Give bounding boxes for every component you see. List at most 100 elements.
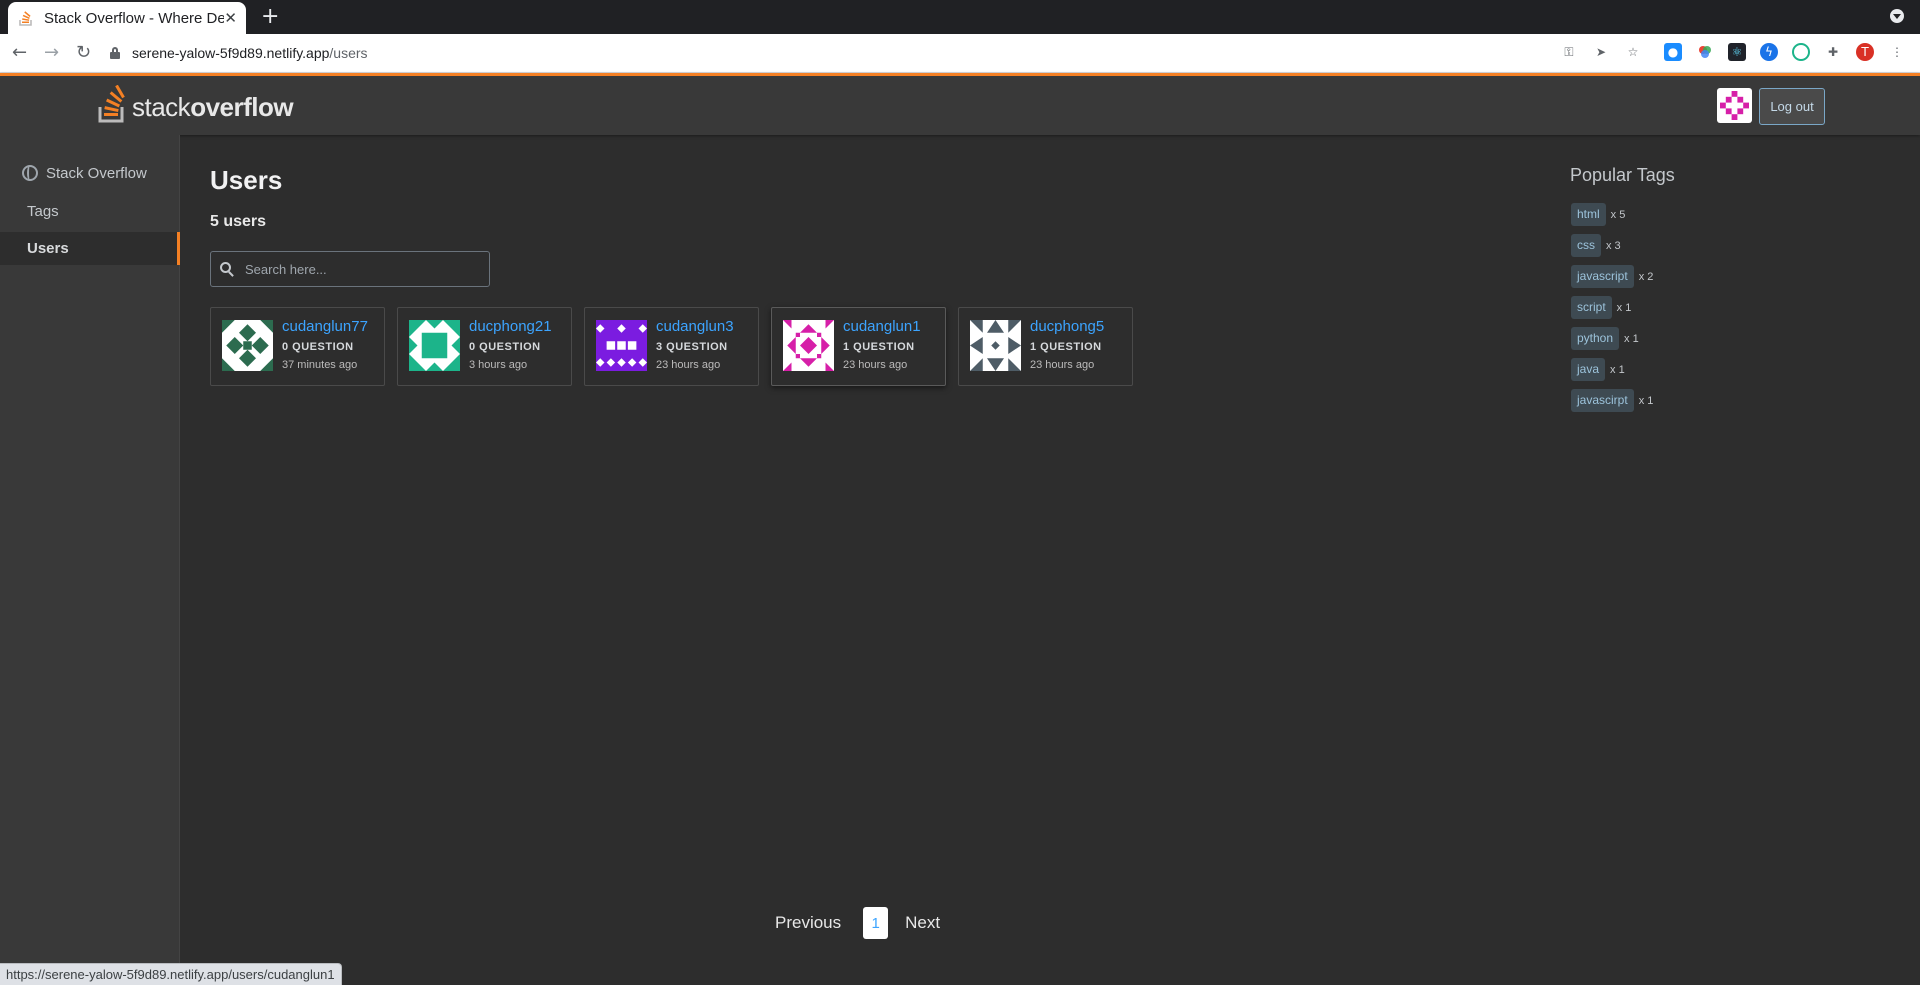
user-card[interactable]: cudanglun1 1 QUESTION 23 hours ago (771, 307, 946, 386)
address-bar[interactable]: serene-yalow-5f9d89.netlify.app/users (110, 38, 1310, 68)
tag-count: x 5 (1610, 208, 1626, 221)
browser-menu-icon[interactable]: ⋮ (1888, 43, 1906, 61)
tag-count: x 1 (1616, 301, 1632, 314)
user-card-list: cudanglun77 0 QUESTION 37 minutes ago du… (210, 307, 1145, 386)
extension-bolt-icon[interactable]: ϟ (1760, 43, 1778, 61)
stackoverflow-logo[interactable]: stackoverflow (98, 85, 294, 123)
new-tab-button[interactable]: + (261, 4, 279, 29)
user-card[interactable]: ducphong5 1 QUESTION 23 hours ago (958, 307, 1133, 386)
user-avatar[interactable] (596, 320, 647, 371)
previous-page-button[interactable]: Previous (775, 913, 841, 933)
tag-count: x 1 (1624, 332, 1639, 345)
question-count: 1 QUESTION (843, 341, 915, 353)
send-icon[interactable]: ➤ (1592, 43, 1610, 61)
popular-tag-row: script x 1 (1571, 296, 1631, 319)
user-name-link[interactable]: ducphong5 (1030, 318, 1104, 335)
app-header: stackoverflow Log out (0, 73, 1920, 135)
user-time: 37 minutes ago (282, 359, 358, 371)
page-title: Users (210, 165, 283, 195)
user-card[interactable]: cudanglun77 0 QUESTION 37 minutes ago (210, 307, 385, 386)
user-name-link[interactable]: cudanglun77 (282, 318, 368, 335)
question-count: 1 QUESTION (1030, 341, 1102, 353)
tag-link[interactable]: html (1571, 203, 1606, 226)
tag-count: x 1 (1610, 363, 1625, 376)
globe-icon (22, 165, 38, 181)
sidebar-item-label: Users (27, 240, 69, 257)
user-search-box[interactable] (210, 251, 490, 287)
pagination: Previous 1 Next (775, 907, 940, 939)
react-devtools-icon[interactable]: ⚛ (1728, 43, 1746, 61)
user-time: 23 hours ago (656, 359, 721, 371)
popular-tag-row: python x 1 (1571, 327, 1639, 350)
user-name-link[interactable]: cudanglun1 (843, 318, 921, 335)
current-user-avatar[interactable] (1717, 88, 1752, 123)
tag-link[interactable]: python (1571, 327, 1620, 350)
sidebar-item-stackoverflow[interactable]: Stack Overflow (0, 165, 180, 182)
popular-tags-title: Popular Tags (1570, 165, 1675, 185)
search-icon (220, 261, 235, 277)
sidebar-item-users[interactable]: Users (0, 232, 180, 265)
url-text: serene-yalow-5f9d89.netlify.app/users (132, 45, 368, 61)
user-avatar[interactable] (409, 320, 460, 371)
tab-search-icon[interactable] (1890, 9, 1904, 23)
user-count: 5 users (210, 213, 267, 230)
user-time: 23 hours ago (843, 359, 908, 371)
user-time: 3 hours ago (469, 359, 528, 371)
browser-tab[interactable]: Stack Overflow - Where Developers Learn,… (8, 2, 246, 34)
popular-tag-row: javascript x 2 (1571, 265, 1653, 288)
extension-color-wheel-icon[interactable] (1696, 43, 1714, 61)
logo-text: stackoverflow (132, 92, 294, 122)
identicon-avatar-icon (222, 320, 273, 371)
user-card[interactable]: ducphong21 0 QUESTION 3 hours ago (397, 307, 572, 386)
stackoverflow-favicon-icon (19, 11, 32, 26)
popular-tag-row: javascirpt x 1 (1571, 389, 1653, 412)
lock-icon (110, 47, 120, 59)
identicon-avatar-icon (970, 320, 1021, 371)
user-time: 23 hours ago (1030, 359, 1095, 371)
extension-circle-icon[interactable] (1792, 43, 1810, 61)
user-name-link[interactable]: ducphong21 (469, 318, 552, 335)
popular-tag-row: html x 5 (1571, 203, 1625, 226)
stackoverflow-logo-icon (98, 85, 125, 123)
search-input[interactable] (245, 261, 475, 277)
tag-link[interactable]: script (1571, 296, 1612, 319)
tag-link[interactable]: java (1571, 358, 1606, 381)
user-avatar[interactable] (222, 320, 273, 371)
question-count: 0 QUESTION (282, 341, 354, 353)
back-arrow-icon[interactable]: ← (12, 42, 27, 63)
browser-toolbar: ← → ↻ serene-yalow-5f9d89.netlify.app/us… (0, 34, 1920, 73)
user-avatar[interactable] (970, 320, 1021, 371)
tag-count: x 2 (1638, 270, 1654, 283)
bookmark-star-icon[interactable]: ☆ (1624, 43, 1642, 61)
tag-link[interactable]: javascirpt (1571, 389, 1634, 412)
user-card[interactable]: cudanglun3 3 QUESTION 23 hours ago (584, 307, 759, 386)
next-page-button[interactable]: Next (905, 913, 940, 933)
reload-icon[interactable]: ↻ (76, 42, 91, 63)
identicon-avatar-icon (409, 320, 460, 371)
user-avatar[interactable] (783, 320, 834, 371)
question-count: 0 QUESTION (469, 341, 541, 353)
sidebar-item-label: Stack Overflow (46, 165, 147, 182)
sidebar-item-tags[interactable]: Tags (0, 203, 180, 220)
extensions-puzzle-icon[interactable]: ✚ (1824, 43, 1842, 61)
tag-count: x 1 (1638, 394, 1654, 407)
key-icon[interactable]: ⚿ (1560, 43, 1578, 61)
identicon-avatar-icon (783, 320, 834, 371)
close-tab-icon[interactable]: ✕ (224, 9, 237, 27)
tag-link[interactable]: css (1571, 234, 1601, 257)
left-sidebar: Stack Overflow Tags Users (0, 135, 180, 985)
page-number-button[interactable]: 1 (863, 907, 889, 939)
identicon-avatar-icon (596, 320, 647, 371)
logout-button[interactable]: Log out (1759, 88, 1825, 125)
extension-drop-icon[interactable]: ● (1664, 43, 1682, 61)
forward-arrow-icon[interactable]: → (44, 42, 59, 63)
tag-link[interactable]: javascript (1571, 265, 1634, 288)
profile-avatar-icon[interactable]: T (1856, 43, 1874, 61)
tab-title: Stack Overflow - Where Developers Learn,… (44, 9, 224, 27)
browser-tab-bar: Stack Overflow - Where Developers Learn,… (0, 0, 1920, 34)
user-name-link[interactable]: cudanglun3 (656, 318, 734, 335)
question-count: 3 QUESTION (656, 341, 728, 353)
sidebar-item-label: Tags (27, 203, 59, 220)
popular-tag-row: java x 1 (1571, 358, 1625, 381)
tag-count: x 3 (1606, 239, 1621, 252)
